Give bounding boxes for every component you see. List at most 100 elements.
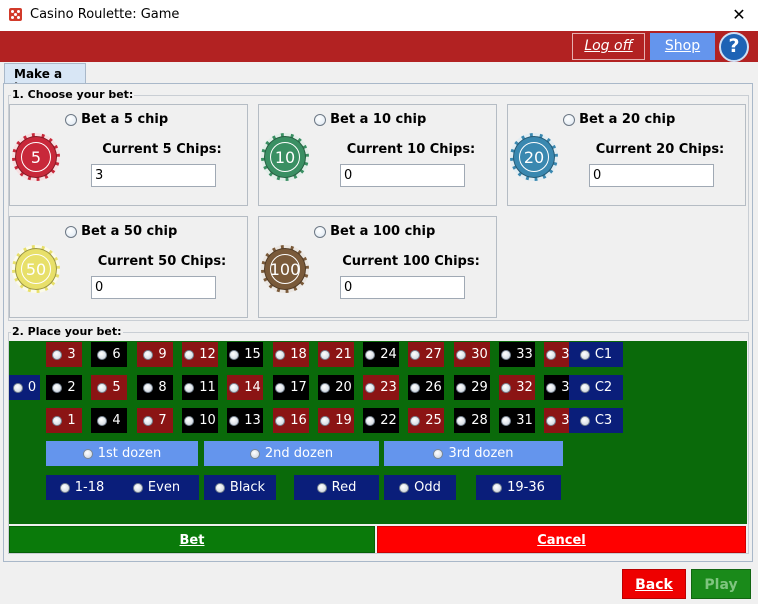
radio-button-icon[interactable] [492,482,503,493]
radio-button-icon[interactable] [501,415,512,426]
bet-number-12[interactable]: 12 [182,342,218,367]
shop-button[interactable]: Shop [650,33,715,60]
radio-button-icon[interactable] [320,382,331,393]
bet-chip-radio-10[interactable]: Bet a 10 chip [314,112,426,127]
bet-number-25[interactable]: 25 [408,408,444,433]
bet-outside-black[interactable]: Black [204,475,276,500]
bet-chip-radio-5[interactable]: Bet a 5 chip [65,112,168,127]
bet-button[interactable]: Bet [9,526,375,553]
radio-button-icon[interactable] [410,415,421,426]
radio-button-icon[interactable] [546,415,557,426]
radio-button-icon[interactable] [143,415,154,426]
current-chips-field-20[interactable] [589,164,714,187]
bet-number-7[interactable]: 7 [137,408,173,433]
bet-number-15[interactable]: 15 [227,342,263,367]
bet-number-22[interactable]: 22 [363,408,399,433]
bet-number-21[interactable]: 21 [318,342,354,367]
radio-button-icon[interactable] [316,482,327,493]
play-button[interactable]: Play [691,569,751,599]
radio-button-icon[interactable] [546,349,557,360]
radio-button-icon[interactable] [579,349,590,360]
radio-button-icon[interactable] [229,415,240,426]
bet-number-11[interactable]: 11 [182,375,218,400]
radio-button-icon[interactable] [59,482,70,493]
back-button[interactable]: Back [622,569,686,599]
bet-chip-radio-50[interactable]: Bet a 50 chip [65,224,177,239]
radio-button-icon[interactable] [97,415,108,426]
bet-dozen-1[interactable]: 1st dozen [46,441,198,466]
radio-button-icon[interactable] [52,382,63,393]
radio-button-icon[interactable] [143,382,154,393]
bet-number-3[interactable]: 3 [46,342,82,367]
radio-button-icon[interactable] [275,349,286,360]
current-chips-field-5[interactable] [91,164,216,187]
radio-button-icon[interactable] [320,415,331,426]
radio-button-icon[interactable] [12,382,23,393]
bet-dozen-3[interactable]: 3rd dozen [384,441,563,466]
bet-number-30[interactable]: 30 [454,342,490,367]
radio-button-icon[interactable] [275,382,286,393]
radio-button-icon[interactable] [410,349,421,360]
radio-button-icon[interactable] [579,382,590,393]
bet-number-16[interactable]: 16 [273,408,309,433]
bet-number-32[interactable]: 32 [499,375,535,400]
bet-chip-radio-20[interactable]: Bet a 20 chip [563,112,675,127]
bet-number-1[interactable]: 1 [46,408,82,433]
radio-button-icon[interactable] [501,349,512,360]
current-chips-field-50[interactable] [91,276,216,299]
radio-button-icon[interactable] [97,382,108,393]
bet-number-13[interactable]: 13 [227,408,263,433]
radio-button-icon[interactable] [410,382,421,393]
bet-number-33[interactable]: 33 [499,342,535,367]
radio-button-icon[interactable] [314,113,326,126]
bet-number-4[interactable]: 4 [91,408,127,433]
radio-button-icon[interactable] [365,349,376,360]
radio-button-icon[interactable] [82,448,93,459]
close-button[interactable]: ✕ [725,3,753,27]
radio-button-icon[interactable] [365,415,376,426]
logoff-button[interactable]: Log off [572,33,645,60]
current-chips-field-100[interactable] [340,276,465,299]
radio-button-icon[interactable] [65,225,77,238]
radio-button-icon[interactable] [563,113,575,126]
bet-column-c2[interactable]: C2 [569,375,623,400]
bet-outside-odd[interactable]: Odd [384,475,456,500]
help-icon[interactable]: ? [719,32,749,62]
bet-number-2[interactable]: 2 [46,375,82,400]
radio-button-icon[interactable] [456,349,467,360]
bet-number-24[interactable]: 24 [363,342,399,367]
bet-number-27[interactable]: 27 [408,342,444,367]
radio-button-icon[interactable] [314,225,326,238]
bet-outside-even[interactable]: Even [114,475,199,500]
bet-column-c1[interactable]: C1 [569,342,623,367]
radio-button-icon[interactable] [184,349,195,360]
bet-column-c3[interactable]: C3 [569,408,623,433]
radio-button-icon[interactable] [456,415,467,426]
bet-number-28[interactable]: 28 [454,408,490,433]
radio-button-icon[interactable] [143,349,154,360]
bet-number-17[interactable]: 17 [273,375,309,400]
bet-number-8[interactable]: 8 [137,375,173,400]
cancel-button[interactable]: Cancel [377,526,746,553]
bet-chip-radio-100[interactable]: Bet a 100 chip [314,224,435,239]
bet-outside-red[interactable]: Red [294,475,379,500]
bet-number-26[interactable]: 26 [408,375,444,400]
bet-outside-1-18[interactable]: 1-18 [46,475,118,500]
bet-number-6[interactable]: 6 [91,342,127,367]
radio-button-icon[interactable] [433,448,444,459]
bet-number-9[interactable]: 9 [137,342,173,367]
bet-number-23[interactable]: 23 [363,375,399,400]
bet-dozen-2[interactable]: 2nd dozen [204,441,379,466]
radio-button-icon[interactable] [184,382,195,393]
radio-button-icon[interactable] [52,349,63,360]
radio-button-icon[interactable] [132,482,143,493]
radio-button-icon[interactable] [229,382,240,393]
bet-number-14[interactable]: 14 [227,375,263,400]
bet-number-0[interactable]: 0 [9,375,40,400]
radio-button-icon[interactable] [65,113,77,126]
radio-button-icon[interactable] [229,349,240,360]
bet-number-29[interactable]: 29 [454,375,490,400]
radio-button-icon[interactable] [399,482,410,493]
bet-number-20[interactable]: 20 [318,375,354,400]
radio-button-icon[interactable] [275,415,286,426]
